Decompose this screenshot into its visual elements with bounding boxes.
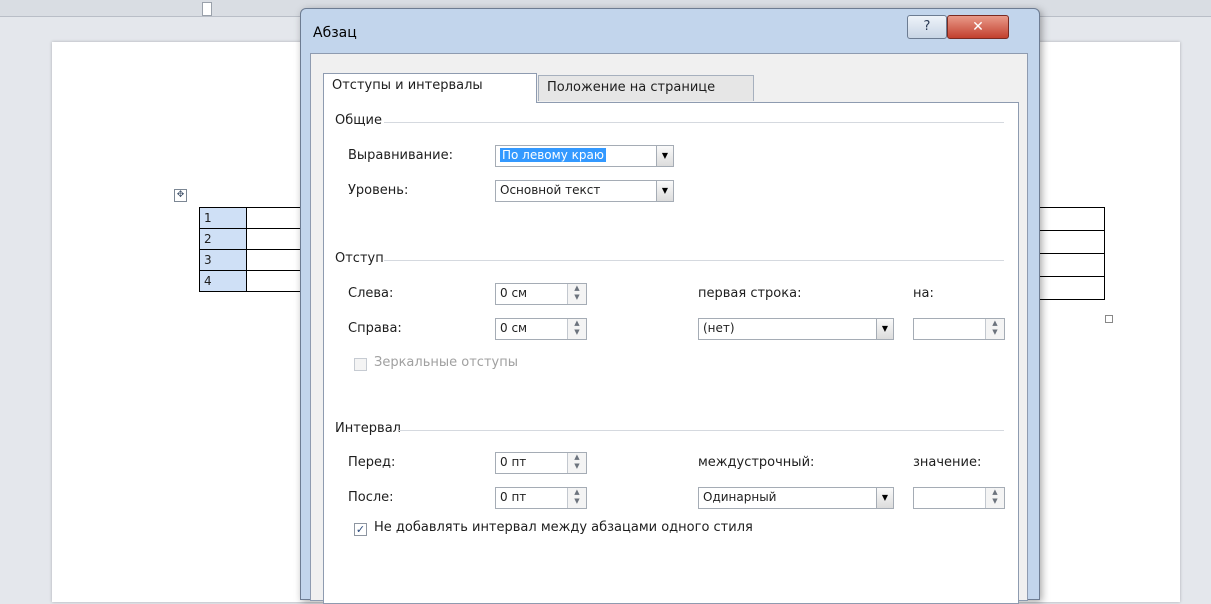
tab-line-and-page-breaks[interactable]: Положение на странице	[538, 75, 754, 101]
table-cell-number[interactable]: 1	[199, 207, 247, 229]
left-indent-label: Слева:	[348, 286, 394, 301]
spinner-up-icon[interactable]: ▲	[992, 488, 997, 496]
level-select[interactable]: Основной текст ▼	[495, 180, 674, 202]
spacing-before-value: 0 пт	[500, 455, 527, 469]
level-label: Уровень:	[348, 183, 409, 198]
table-cell[interactable]	[1036, 276, 1105, 300]
line-spacing-value: Одинарный	[703, 490, 777, 504]
no-space-same-style-checkbox[interactable]: ✓	[354, 523, 367, 536]
left-indent-value: 0 см	[500, 286, 528, 300]
spacing-before-spinner[interactable]: 0 пт ▲ ▼	[495, 452, 587, 474]
section-general-label: Общие	[335, 113, 382, 128]
table-cell[interactable]	[1036, 207, 1105, 231]
chevron-down-icon[interactable]: ▼	[876, 488, 893, 508]
chevron-down-icon[interactable]: ▼	[876, 319, 893, 339]
table-row: 4	[199, 270, 306, 292]
table-row: 3	[199, 249, 306, 271]
section-divider	[384, 260, 1004, 261]
spinner-down-icon[interactable]: ▼	[574, 293, 579, 301]
chevron-down-icon[interactable]: ▼	[656, 146, 673, 166]
table-move-handle-icon[interactable]: ✥	[174, 189, 187, 202]
spinner-down-icon[interactable]: ▼	[574, 497, 579, 505]
paragraph-dialog: Абзац ? ✕ Отступы и интервалы Положение …	[300, 8, 1040, 604]
table-cell-number[interactable]: 2	[199, 228, 247, 250]
spacing-after-value: 0 пт	[500, 490, 527, 504]
spacing-at-spinner[interactable]: ▲ ▼	[913, 487, 1005, 509]
spinner-arrows-icon[interactable]: ▲ ▼	[567, 319, 586, 339]
line-spacing-select[interactable]: Одинарный ▼	[698, 487, 894, 509]
help-button[interactable]: ?	[907, 15, 947, 39]
spacing-after-label: После:	[348, 490, 394, 505]
table-cell[interactable]	[246, 228, 306, 250]
table-row: 2	[199, 228, 306, 250]
table-cell-number[interactable]: 4	[199, 270, 247, 292]
ruler-indent-marker[interactable]	[202, 2, 212, 16]
indent-by-label: на:	[913, 286, 934, 301]
indent-by-spinner[interactable]: ▲ ▼	[913, 318, 1005, 340]
dialog-client-area: Отступы и интервалы Положение на страниц…	[310, 53, 1028, 604]
table-cell-number[interactable]: 3	[199, 249, 247, 271]
section-divider	[384, 122, 1004, 123]
table-cell[interactable]	[246, 270, 306, 292]
line-spacing-label: междустрочный:	[698, 455, 815, 470]
spinner-down-icon[interactable]: ▼	[574, 328, 579, 336]
spacing-after-spinner[interactable]: 0 пт ▲ ▼	[495, 487, 587, 509]
table-cell[interactable]	[246, 207, 306, 229]
table-cell[interactable]	[1036, 253, 1105, 277]
table-row: 1	[199, 207, 306, 229]
dialog-title: Абзац	[313, 25, 357, 41]
spinner-arrows-icon[interactable]: ▲ ▼	[985, 319, 1004, 339]
spinner-up-icon[interactable]: ▲	[574, 488, 579, 496]
no-space-same-style-label: Не добавлять интервал между абзацами одн…	[374, 520, 753, 535]
section-indent-label: Отступ	[335, 251, 384, 266]
section-spacing-label: Интервал	[335, 421, 401, 436]
spinner-up-icon[interactable]: ▲	[992, 319, 997, 327]
chevron-down-icon[interactable]: ▼	[656, 181, 673, 201]
first-line-value: (нет)	[703, 321, 735, 335]
alignment-value: По левому краю	[500, 148, 606, 162]
document-table: 1 2 3 4	[199, 207, 306, 292]
spinner-arrows-icon[interactable]: ▲ ▼	[567, 284, 586, 304]
spinner-down-icon[interactable]: ▼	[574, 462, 579, 470]
spinner-arrows-icon[interactable]: ▲ ▼	[985, 488, 1004, 508]
dialog-titlebar[interactable]: Абзац ? ✕	[301, 9, 1039, 53]
spinner-up-icon[interactable]: ▲	[574, 284, 579, 292]
table-cell[interactable]	[246, 249, 306, 271]
document-table-right-part	[1036, 207, 1105, 300]
section-divider	[399, 430, 1004, 431]
left-indent-spinner[interactable]: 0 см ▲ ▼	[495, 283, 587, 305]
right-indent-label: Справа:	[348, 321, 402, 336]
table-resize-handle[interactable]	[1105, 315, 1113, 323]
tab-indents-and-spacing[interactable]: Отступы и интервалы	[323, 73, 537, 103]
close-button[interactable]: ✕	[947, 15, 1009, 39]
table-cell[interactable]	[1036, 230, 1105, 254]
first-line-label: первая строка:	[698, 286, 802, 301]
spinner-down-icon[interactable]: ▼	[992, 497, 997, 505]
spinner-down-icon[interactable]: ▼	[992, 328, 997, 336]
first-line-select[interactable]: (нет) ▼	[698, 318, 894, 340]
tab-panel: Общие Выравнивание: По левому краю ▼ Уро…	[323, 102, 1019, 604]
right-indent-value: 0 см	[500, 321, 528, 335]
right-indent-spinner[interactable]: 0 см ▲ ▼	[495, 318, 587, 340]
spacing-before-label: Перед:	[348, 455, 396, 470]
alignment-label: Выравнивание:	[348, 148, 453, 163]
alignment-select[interactable]: По левому краю ▼	[495, 145, 674, 167]
mirror-indents-label: Зеркальные отступы	[374, 355, 518, 370]
spinner-arrows-icon[interactable]: ▲ ▼	[567, 488, 586, 508]
mirror-indents-checkbox[interactable]	[354, 358, 367, 371]
spacing-at-label: значение:	[913, 455, 982, 470]
level-value: Основной текст	[500, 183, 601, 197]
spinner-up-icon[interactable]: ▲	[574, 319, 579, 327]
spinner-up-icon[interactable]: ▲	[574, 453, 579, 461]
spinner-arrows-icon[interactable]: ▲ ▼	[567, 453, 586, 473]
